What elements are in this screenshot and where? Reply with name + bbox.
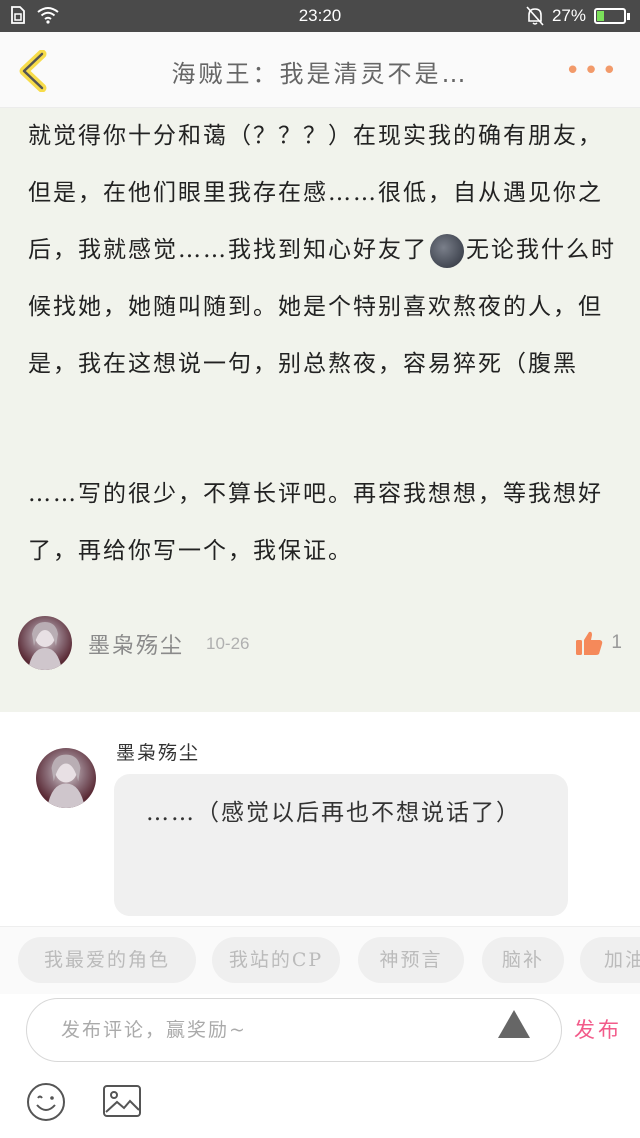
send-arrow-icon[interactable] (497, 1009, 531, 1039)
avatar-image-icon (28, 622, 62, 670)
status-right: 27% (526, 6, 630, 26)
reply-bubble: ……（感觉以后再也不想说话了） (114, 774, 568, 916)
reply-item: 墨枭殇尘 ……（感觉以后再也不想说话了） (0, 712, 640, 926)
avatar[interactable] (18, 616, 72, 670)
top-nav-bar: 海贼王：我是清灵不是… ••• (0, 32, 640, 108)
page-title: 海贼王：我是清灵不是… (171, 60, 469, 88)
image-icon[interactable] (102, 1084, 142, 1118)
comment-box (26, 998, 562, 1062)
back-button[interactable] (16, 49, 56, 93)
emoji-icon[interactable] (26, 1082, 66, 1122)
battery-icon (594, 8, 630, 24)
tag-chip[interactable]: 我最爱的角色 (18, 937, 196, 983)
comment-content: 就觉得你十分和蔼（？？？）在现实我的确有朋友，但是，在他们眼里我存在感……很低，… (0, 108, 640, 712)
tag-chip[interactable]: 神预言 (358, 937, 464, 983)
battery-percent: 27% (551, 6, 586, 25)
status-bar: 23:20 27% (0, 0, 640, 32)
tag-chip[interactable]: 我站的CP (212, 937, 340, 983)
comment-author-row: 墨枭殇尘 10-26 1 (18, 616, 628, 672)
bell-muted-icon (526, 6, 544, 26)
reply-avatar[interactable] (36, 748, 96, 808)
comment-date: 10-26 (206, 634, 250, 653)
like-count: 1 (611, 632, 622, 653)
chevron-left-icon[interactable] (16, 49, 56, 93)
thumbs-up-icon[interactable] (575, 630, 603, 656)
publish-button[interactable]: 发布 (574, 1014, 622, 1044)
like-button[interactable]: 1 (575, 630, 622, 656)
comment-author-name[interactable]: 墨枭殇尘 (88, 628, 184, 660)
more-dots-icon[interactable]: ••• (565, 56, 620, 86)
moon-face-emoji-icon (430, 234, 464, 268)
comment-input[interactable] (61, 1013, 481, 1047)
comment-paragraph-2: ……写的很少，不算长评吧。再容我想想，等我想好了，再给你写一个，我保证。 (28, 481, 603, 564)
reply-author-name[interactable]: 墨枭殇尘 (116, 738, 200, 765)
comment-composer: 发布 (0, 994, 640, 1138)
comment-paragraph-1: 就觉得你十分和蔼（？？？）在现实我的确有朋友，但是，在他们眼里我存在感……很低，… (28, 108, 618, 393)
avatar-image-icon (47, 754, 85, 808)
more-options-button[interactable]: ••• (565, 56, 620, 86)
tag-chip[interactable]: 脑补 (482, 937, 564, 983)
quick-tag-bar: 我最爱的角色 我站的CP 神预言 脑补 加油 (0, 926, 640, 994)
tag-chip[interactable]: 加油 (580, 937, 640, 983)
